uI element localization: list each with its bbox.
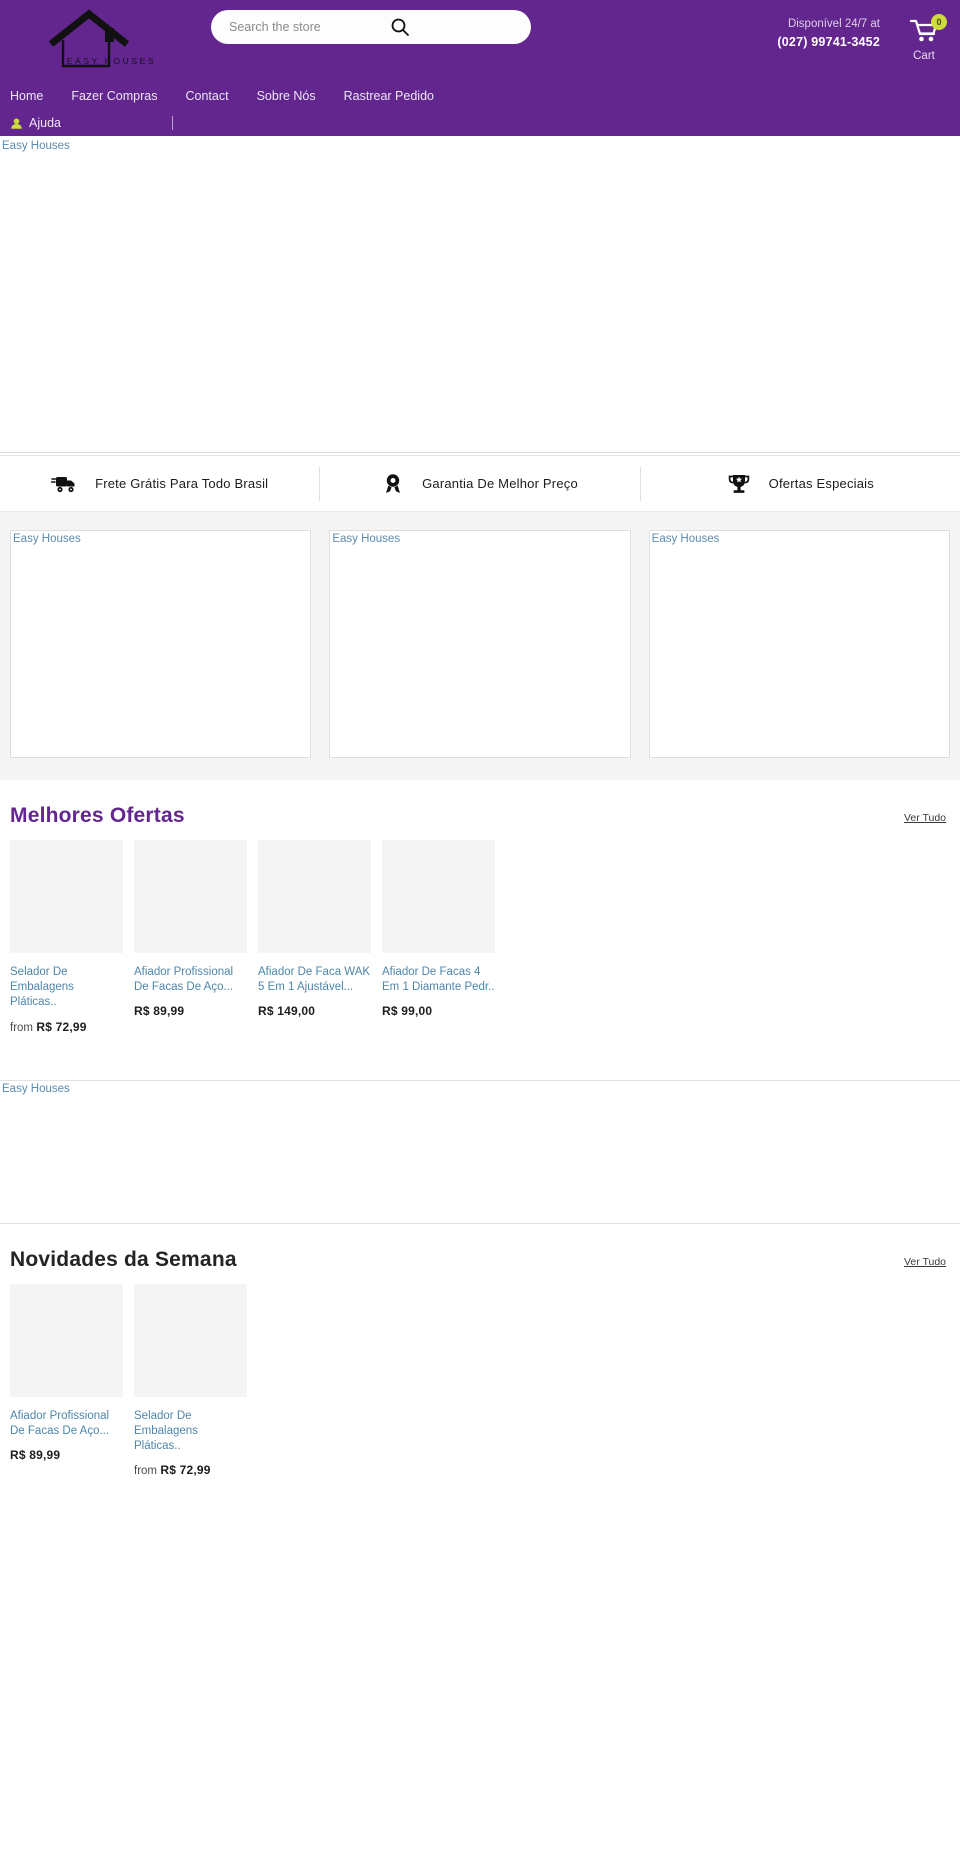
help-agent-icon [11, 117, 22, 129]
main-navigation: Home Fazer Compras Contact Sobre Nós Ras… [0, 82, 960, 110]
see-all-link-novidades[interactable]: Ver Tudo [904, 1256, 946, 1272]
product-card[interactable]: Selador De Embalagens Pláticas.. from R$… [134, 1283, 247, 1477]
product-price: R$ 89,99 [10, 1448, 123, 1462]
product-thumbnail[interactable] [382, 840, 495, 953]
contact-block: Disponível 24/7 at (027) 99741-3452 [777, 16, 880, 51]
nav-item-fazer-compras[interactable]: Fazer Compras [57, 89, 171, 103]
promo-image-placeholder-1: Easy Houses [10, 530, 312, 758]
price-value: R$ 99,00 [382, 1004, 433, 1019]
search-container [211, 10, 531, 44]
logo-wordmark: EASY HOUSES [66, 56, 157, 66]
subnav-label-ajuda: Ajuda [29, 116, 61, 130]
product-card[interactable]: Afiador Profissional De Facas De Aço... … [10, 1283, 123, 1478]
product-title[interactable]: Selador De Embalagens Pláticas.. [10, 965, 123, 1011]
section-header-novidades: Novidades da Semana Ver Tudo [0, 1224, 960, 1280]
search-button[interactable] [390, 17, 410, 37]
trophy-icon [728, 474, 749, 493]
search-box[interactable] [211, 10, 531, 44]
product-grid-melhores-ofertas: Selador De Embalagens Pláticas.. from R$… [0, 836, 960, 1034]
header-right: Disponível 24/7 at (027) 99741-3452 0 Ca… [777, 0, 947, 62]
product-card[interactable]: Afiador De Faca WAK 5 Em 1 Ajustável... … [258, 840, 371, 1034]
product-title[interactable]: Afiador Profissional De Facas De Aço... [10, 1409, 123, 1439]
section-header-melhores-ofertas: Melhores Ofertas Ver Tudo [0, 780, 960, 836]
price-prefix: from [134, 1465, 157, 1478]
promo-tile-2[interactable]: Easy Houses [329, 530, 631, 758]
cart-button[interactable]: 0 Cart [902, 14, 947, 62]
mid-promo-banner[interactable]: Easy Houses [0, 1079, 960, 1224]
see-all-link-melhores-ofertas[interactable]: Ver Tudo [904, 812, 946, 828]
product-price: R$ 99,00 [382, 1004, 495, 1018]
product-thumbnail[interactable] [10, 840, 123, 953]
product-thumbnail[interactable] [10, 1283, 123, 1397]
section-title-novidades: Novidades da Semana [10, 1247, 237, 1271]
hero-image-placeholder: Easy Houses [0, 138, 960, 453]
product-thumbnail[interactable] [134, 840, 247, 953]
promo-tiles-section: Easy Houses Easy Houses Easy Houses [0, 512, 960, 780]
header-top-bar: EASY HOUSES Disponível 24/7 at (027) 997… [0, 0, 960, 82]
service-item-frete-gratis[interactable]: Frete Grátis Para Todo Brasil [0, 466, 321, 501]
site-header: EASY HOUSES Disponível 24/7 at (027) 997… [0, 0, 960, 136]
promo-image-placeholder-2: Easy Houses [329, 530, 631, 758]
service-benefits-bar: Frete Grátis Para Todo Brasil Garantia D… [0, 456, 960, 512]
product-card[interactable]: Afiador De Facas 4 Em 1 Diamante Pedr.. … [382, 840, 495, 1034]
truck-icon [51, 476, 75, 492]
site-logo[interactable]: EASY HOUSES [0, 0, 175, 68]
availability-text: Disponível 24/7 at [787, 18, 880, 30]
cart-label: Cart [913, 50, 935, 62]
secondary-navigation: Ajuda [0, 110, 960, 136]
nav-item-home[interactable]: Home [10, 89, 57, 103]
section-title-melhores-ofertas: Melhores Ofertas [10, 804, 185, 827]
service-label-frete-gratis: Frete Grátis Para Todo Brasil [95, 476, 269, 491]
product-grid-novidades: Afiador Profissional De Facas De Aço... … [0, 1280, 960, 1488]
price-prefix: from [10, 1021, 33, 1034]
product-price: from R$ 72,99 [10, 1020, 123, 1034]
product-title[interactable]: Afiador Profissional De Facas De Aço... [134, 965, 247, 995]
search-icon [391, 18, 410, 37]
nav-item-rastrear-pedido[interactable]: Rastrear Pedido [330, 89, 448, 103]
price-value: R$ 89,99 [10, 1447, 61, 1462]
award-ribbon-icon [386, 473, 401, 493]
product-title[interactable]: Afiador De Facas 4 Em 1 Diamante Pedr.. [382, 965, 495, 995]
promo-tile-3[interactable]: Easy Houses [648, 530, 950, 758]
service-item-ofertas-especiais[interactable]: Ofertas Especiais [641, 467, 960, 501]
promo-tile-1[interactable]: Easy Houses [10, 530, 312, 758]
subnav-item-ajuda[interactable]: Ajuda [10, 116, 61, 130]
price-value: R$ 149,00 [258, 1004, 316, 1019]
nav-item-sobre-nos[interactable]: Sobre Nós [243, 89, 330, 103]
product-title[interactable]: Afiador De Faca WAK 5 Em 1 Ajustável... [258, 965, 371, 995]
price-value: R$ 89,99 [134, 1004, 185, 1019]
service-label-garantia-preco: Garantia De Melhor Preço [422, 476, 578, 491]
product-card[interactable]: Afiador Profissional De Facas De Aço... … [134, 840, 247, 1034]
subnav-divider [172, 116, 173, 130]
service-item-garantia-preco[interactable]: Garantia De Melhor Preço [320, 466, 641, 501]
product-price: R$ 149,00 [258, 1004, 371, 1018]
product-title[interactable]: Selador De Embalagens Pláticas.. [134, 1409, 247, 1455]
price-value: R$ 72,99 [36, 1019, 87, 1034]
cart-count-badge: 0 [931, 14, 947, 30]
product-price: R$ 89,99 [134, 1004, 247, 1018]
phone-number[interactable]: (027) 99741-3452 [777, 33, 880, 51]
product-thumbnail[interactable] [258, 840, 371, 953]
product-thumbnail[interactable] [134, 1283, 247, 1397]
price-value: R$ 72,99 [160, 1463, 211, 1478]
hero-banner[interactable]: Easy Houses [0, 136, 960, 456]
search-input[interactable] [229, 20, 390, 34]
product-card[interactable]: Selador De Embalagens Pláticas.. from R$… [10, 840, 123, 1034]
mid-banner-image-placeholder: Easy Houses [0, 1080, 960, 1223]
promo-image-placeholder-3: Easy Houses [648, 530, 950, 758]
service-label-ofertas-especiais: Ofertas Especiais [768, 476, 874, 491]
nav-item-contact[interactable]: Contact [171, 89, 242, 103]
product-price: from R$ 72,99 [134, 1463, 247, 1477]
